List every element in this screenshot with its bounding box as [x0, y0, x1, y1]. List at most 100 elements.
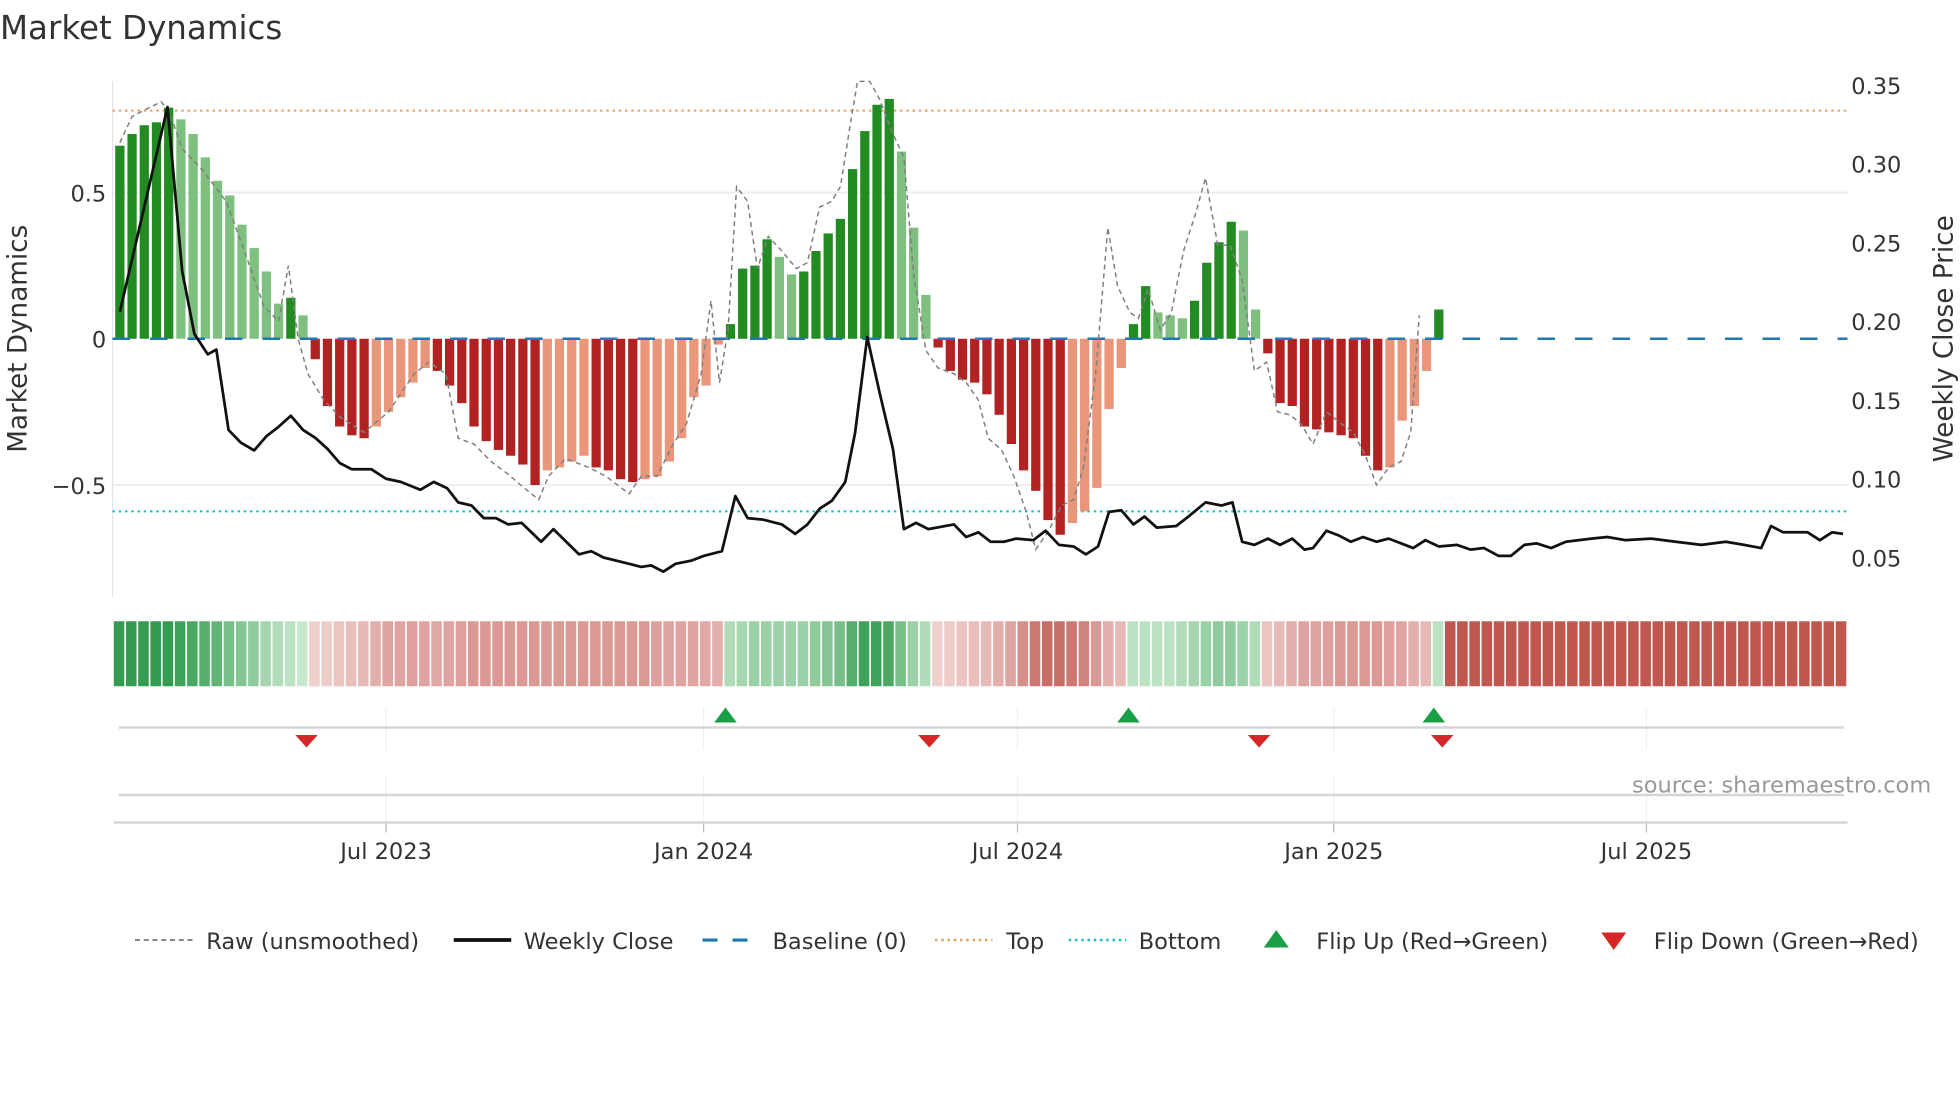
- heat-cell: [1249, 621, 1261, 687]
- heat-cell: [541, 621, 552, 687]
- heat-cell: [1005, 621, 1016, 687]
- heat-cell: [150, 621, 161, 687]
- heat-cell: [1542, 621, 1554, 687]
- axis-ticks: 0.5 0 −0.5 0.35 0.30 0.25 0.20 0.15 0.10 0.05: [52, 74, 1902, 572]
- heat-cell: [467, 621, 479, 687]
- flip-up-marker: [714, 707, 737, 723]
- heat-cell: [1335, 621, 1346, 687]
- flip-down-marker: [1247, 735, 1271, 748]
- heat-cell: [480, 621, 491, 687]
- heat-cell: [162, 621, 174, 687]
- heat-cell: [199, 621, 210, 687]
- flip-up-marker: [1422, 707, 1446, 723]
- bar: [799, 271, 809, 339]
- bar: [1214, 242, 1224, 339]
- bar: [1312, 338, 1322, 430]
- heat-cell: [1774, 621, 1786, 687]
- heat-cell: [223, 621, 235, 687]
- heat-cell: [846, 621, 858, 687]
- heat-cell: [590, 621, 601, 687]
- heat-cell: [1286, 621, 1297, 687]
- heat-cell: [1518, 621, 1529, 687]
- heat-cell: [174, 621, 186, 687]
- legend-label: Baseline (0): [773, 929, 907, 955]
- heat-cell: [309, 621, 320, 687]
- bar: [1018, 338, 1029, 471]
- heat-cell: [113, 621, 125, 687]
- bar: [1348, 338, 1358, 439]
- heat-cell: [1664, 621, 1676, 687]
- left-tick-label: −0.5: [52, 474, 107, 500]
- heat-cell: [1127, 621, 1138, 687]
- heat-cell: [1420, 621, 1432, 687]
- legend-label: Flip Up (Red→Green): [1316, 929, 1548, 955]
- heat-cell: [834, 621, 845, 687]
- bar: [1238, 230, 1249, 339]
- bar: [872, 104, 882, 339]
- legend-label: Raw (unsmoothed): [206, 929, 419, 955]
- heat-cell: [1579, 621, 1590, 687]
- right-tick-label: 0.05: [1851, 546, 1901, 572]
- heat-cell: [443, 621, 455, 687]
- heat-cell: [1151, 621, 1163, 687]
- heat-cell: [1493, 621, 1505, 687]
- heat-cell: [516, 621, 528, 687]
- bar: [567, 338, 577, 462]
- bar: [750, 265, 760, 339]
- heat-cell: [809, 621, 821, 687]
- bar: [1006, 338, 1016, 445]
- flip-panel: Jul 2023 Jan 2024 Jul 2024 Jan 2025 Jul 2025: [113, 707, 1848, 865]
- heat-cell: [235, 621, 247, 687]
- flip-up-marker: [1117, 707, 1140, 723]
- bar: [273, 303, 284, 339]
- heat-cell: [1835, 621, 1847, 687]
- right-tick-label: 0.35: [1851, 74, 1901, 100]
- heat-cell: [1652, 621, 1664, 687]
- heat-cell: [419, 621, 430, 687]
- x-tick-label: Jan 2024: [652, 839, 753, 865]
- heat-cell: [296, 621, 308, 687]
- bar: [530, 338, 540, 485]
- heat-cell: [1029, 621, 1041, 687]
- heat-cell: [1078, 621, 1090, 687]
- heat-cell: [1615, 621, 1627, 687]
- heat-cell: [919, 621, 931, 687]
- heat-cell: [1823, 621, 1835, 687]
- bar: [359, 338, 369, 439]
- bar: [579, 338, 589, 456]
- right-tick-label: 0.10: [1851, 468, 1901, 494]
- heat-cell: [284, 621, 296, 687]
- x-tick-label: Jul 2025: [1599, 839, 1693, 865]
- heat-cell: [1054, 621, 1065, 687]
- bar: [677, 338, 687, 439]
- bar: [1128, 324, 1139, 339]
- heat-cell: [1603, 621, 1615, 687]
- flip-down-marker: [918, 735, 941, 748]
- bar: [1202, 262, 1212, 339]
- bar: [762, 239, 772, 339]
- left-tick-label: 0: [92, 328, 106, 354]
- bar: [139, 125, 149, 339]
- heat-cell: [455, 621, 467, 687]
- bar: [957, 338, 968, 380]
- heat-cell: [1481, 621, 1493, 687]
- heat-cell: [211, 621, 223, 687]
- bar: [1299, 338, 1310, 427]
- heat-cell: [1115, 621, 1126, 687]
- legend-label: Top: [1005, 929, 1044, 955]
- heat-cell: [1640, 621, 1651, 687]
- bar: [1397, 338, 1407, 421]
- heat-cell: [431, 621, 442, 687]
- bar: [640, 338, 650, 480]
- bar: [982, 338, 992, 395]
- heat-cell: [1188, 621, 1200, 687]
- bar: [1324, 338, 1334, 433]
- x-tick-label: Jul 2024: [970, 839, 1064, 865]
- heat-cell: [931, 621, 943, 687]
- bar: [237, 224, 247, 339]
- heat-cell: [712, 621, 723, 687]
- heat-cell: [125, 621, 137, 687]
- bar: [786, 274, 797, 339]
- heat-cell: [1041, 621, 1053, 687]
- heat-cell: [260, 621, 271, 687]
